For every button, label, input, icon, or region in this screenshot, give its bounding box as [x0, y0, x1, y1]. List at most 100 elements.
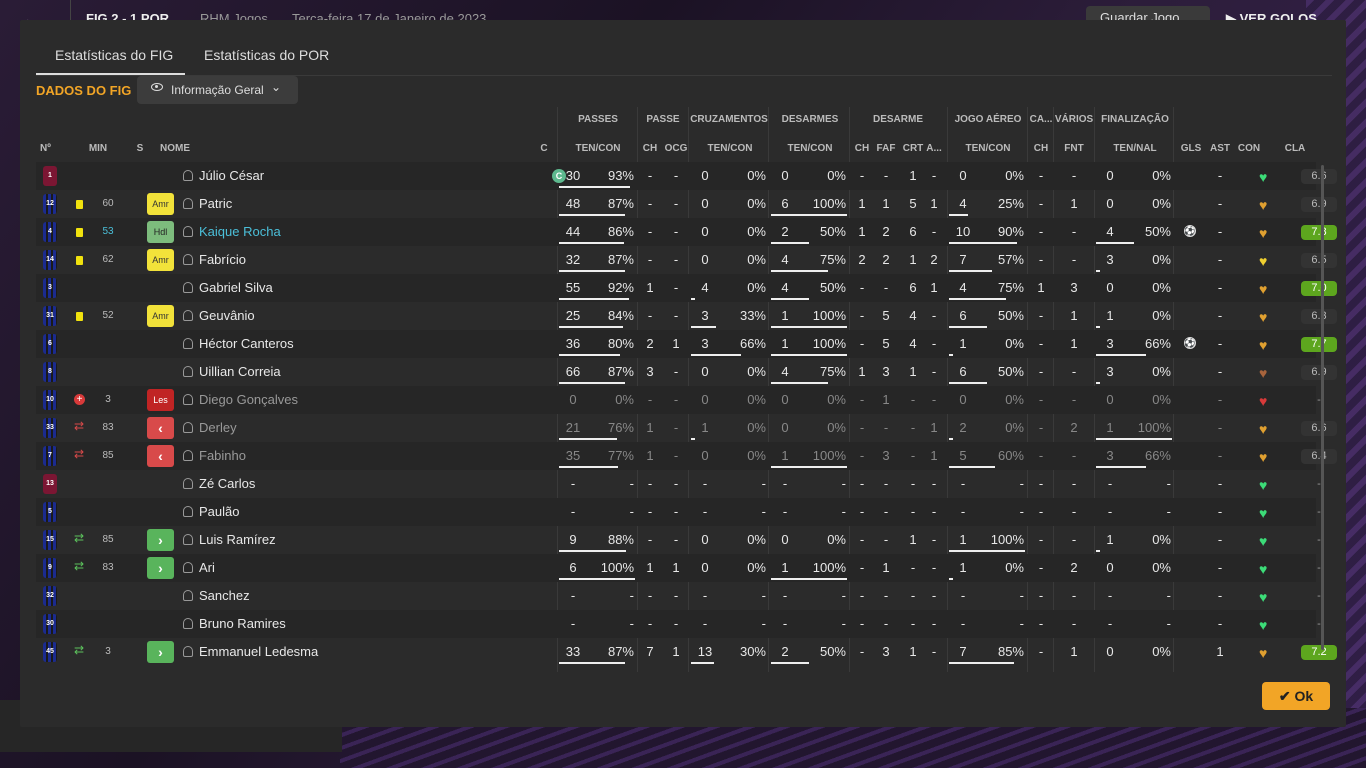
- player-name[interactable]: Júlio César: [199, 168, 264, 183]
- tackle-a: -: [931, 224, 937, 239]
- shooting-pct: 66%: [1144, 448, 1171, 463]
- status-badge: Amr: [147, 305, 174, 327]
- crosses-count: 0: [701, 252, 709, 267]
- shooting-pct: 0%: [1152, 280, 1171, 295]
- crosses-count: 3: [701, 336, 709, 351]
- tackles-bar: [771, 270, 828, 272]
- column-header: AST: [1210, 143, 1230, 154]
- player-rating: -: [1317, 478, 1321, 490]
- see-goals-button[interactable]: ▶ VER GOLOS: [1226, 11, 1317, 20]
- ok-button[interactable]: ✔ Ok: [1262, 682, 1330, 710]
- tackle-crt: 6: [909, 280, 917, 295]
- table-row[interactable]: 31 52 Amr Geuvânio 25 84% - -3 33% 1 100% -5 4-6 50% -…: [36, 302, 1337, 330]
- table-row[interactable]: 30 Bruno Ramires - - - - - - - - - - - - - - - - - - - ♥ -: [36, 610, 1321, 638]
- person-icon: [183, 310, 193, 321]
- misc-fnt: 2: [1070, 560, 1078, 575]
- player-name[interactable]: Gabriel Silva: [199, 280, 273, 295]
- player-rating: -: [1317, 618, 1321, 630]
- player-name[interactable]: Uillian Correia: [199, 364, 281, 379]
- tackle-crt: 4: [909, 336, 917, 351]
- table-row[interactable]: 33 ⇄ 83 ‹ Derley 21 76% 1-1 0% 0 0% - - -1 2 0% -2 1 100% -…: [36, 414, 1337, 442]
- player-name[interactable]: Geuvânio: [199, 308, 255, 323]
- aerial-count: 7: [959, 252, 967, 267]
- shooting-pct: 0%: [1152, 196, 1171, 211]
- table-row[interactable]: 32 Sanchez - - - - - - - - - - - - - - - - - - - ♥ -: [36, 582, 1321, 610]
- player-name[interactable]: Fabrício: [199, 252, 246, 267]
- pass-ocg: -: [673, 168, 679, 183]
- player-name[interactable]: Zé Carlos: [199, 476, 255, 491]
- aerial-count: 7: [959, 644, 967, 659]
- tab-stats-por[interactable]: Estatísticas do POR: [204, 47, 329, 63]
- table-row[interactable]: 9 ⇄ 83 › Ari 6 100% 1 1 0 0% 1 100% -1- -1 0% -2 0 0% - ♥ -: [36, 554, 1321, 582]
- crosses-pct: 0%: [747, 560, 766, 575]
- tackle-faf: 5: [882, 336, 890, 351]
- table-row[interactable]: 6 Héctor Canteros 36 80% 2 1 3 66% 1 100% -5 4-1 0% -…: [36, 330, 1337, 358]
- cards-ch: -: [1038, 364, 1044, 379]
- tackles-count: 6: [781, 196, 789, 211]
- condition-heart-icon: ♥: [1259, 225, 1268, 241]
- tackle-a: -: [931, 308, 937, 323]
- tackles-count: 4: [781, 280, 789, 295]
- table-row[interactable]: 12 60 Amr Patric 48 87% - -0 0% 6 100% 1 1 5 1 4 25% -1 0 0…: [36, 190, 1337, 218]
- shooting-pct: 0%: [1152, 364, 1171, 379]
- tackle-crt: 1: [909, 644, 917, 659]
- table-row[interactable]: 4 53 Hdl Kaique Rocha 44 86% - -0 0% 2 50% 1 2 6-10 90…: [36, 218, 1337, 246]
- minute-played: 85: [102, 534, 114, 545]
- player-name[interactable]: Patric: [199, 196, 232, 211]
- save-game-button[interactable]: Guardar Jogo: [1086, 6, 1210, 20]
- tab-stats-fig[interactable]: Estatísticas do FIG: [55, 47, 173, 63]
- player-name[interactable]: Diego Gonçalves: [199, 392, 298, 407]
- arrow-left-icon[interactable]: ←: [20, 6, 42, 20]
- table-row[interactable]: 1 Júlio César C 30 93% - -0 0% 0 0% - -1-0 0% - -0 0% - ♥…: [36, 162, 1337, 190]
- crosses-pct: -: [761, 504, 766, 519]
- scrollbar[interactable]: [1321, 165, 1324, 650]
- passes-count: 32: [565, 252, 581, 267]
- shooting-count: 0: [1106, 560, 1114, 575]
- table-row[interactable]: 14 62 Amr Fabrício 32 87% - -0 0% 4 75% 2 2 1 2 7 57% - -3…: [36, 246, 1337, 274]
- shooting-bar: [1096, 550, 1100, 552]
- tackle-crt: 1: [909, 252, 917, 267]
- person-icon: [183, 254, 193, 265]
- table-row[interactable]: 7 ⇄ 85 ‹ Fabinho 35 77% 1-0 0% 1 100% -3-1 5 60% - -3 66…: [36, 442, 1337, 470]
- aerial-pct: -: [1019, 476, 1024, 491]
- player-name[interactable]: Paulão: [199, 504, 239, 519]
- player-name[interactable]: Luis Ramírez: [199, 532, 276, 547]
- table-row[interactable]: 15 ⇄ 85 › Luis Ramírez 9 88% - -0 0% 0 0% - -1-1 100% -…: [36, 526, 1321, 554]
- aerial-pct: 50%: [997, 364, 1024, 379]
- group-header: JOGO AÉREO: [954, 114, 1022, 125]
- table-row[interactable]: 45 ⇄ 3 › Emmanuel Ledesma 33 87% 7 1 13 30% 2 50% -3 1…: [36, 638, 1337, 666]
- table-row[interactable]: 3 Gabriel Silva 55 92% 1-4 0% 4 50% - -6 1 4 75% 1 3 0 0…: [36, 274, 1337, 302]
- group-header: DESARME: [872, 114, 923, 125]
- player-name[interactable]: Derley: [199, 420, 237, 435]
- player-name[interactable]: Emmanuel Ledesma: [199, 644, 318, 659]
- misc-fnt: 3: [1070, 280, 1078, 295]
- player-rating: 6.3: [1301, 309, 1337, 324]
- assists: -: [1217, 504, 1223, 519]
- tackle-a: -: [931, 560, 937, 575]
- tackle-faf: -: [883, 504, 889, 519]
- view-dropdown[interactable]: Informação Geral ⌄: [137, 76, 298, 104]
- tackles-count: 0: [781, 532, 789, 547]
- player-name[interactable]: Kaique Rocha: [199, 224, 281, 239]
- table-row[interactable]: 13 Zé Carlos - - - - - - - - - - - - - - - - - - - ♥ -: [36, 470, 1321, 498]
- table-row[interactable]: 8 Uillian Correia 66 87% 3-0 0% 4 75% 1 3 1-6 50% - -…: [36, 358, 1337, 386]
- shooting-count: -: [1107, 588, 1113, 603]
- shirt-number-icon: 30: [43, 614, 57, 634]
- table-row[interactable]: 10 +3 Les Diego Gonçalves 0 0% - -0 0% 0 0% -1- -0 0%…: [36, 386, 1321, 414]
- player-name[interactable]: Ari: [199, 560, 215, 575]
- player-name[interactable]: Héctor Canteros: [199, 336, 294, 351]
- player-name[interactable]: Bruno Ramires: [199, 616, 286, 631]
- tackle-ch: -: [859, 168, 865, 183]
- cards-ch: -: [1038, 336, 1044, 351]
- player-name[interactable]: Sanchez: [199, 588, 250, 603]
- shooting-count: 1: [1106, 532, 1114, 547]
- tackles-bar: [771, 578, 847, 580]
- pass-ocg: -: [673, 364, 679, 379]
- tackle-a: -: [931, 504, 937, 519]
- aerial-bar: [949, 298, 1006, 300]
- passes-bar: [559, 466, 618, 468]
- misc-fnt: -: [1071, 476, 1077, 491]
- player-name[interactable]: Fabinho: [199, 448, 246, 463]
- shooting-bar: [1096, 326, 1100, 328]
- table-row[interactable]: 5 Paulão - - - - - - - - - - - - - - - - - - - ♥ -: [36, 498, 1321, 526]
